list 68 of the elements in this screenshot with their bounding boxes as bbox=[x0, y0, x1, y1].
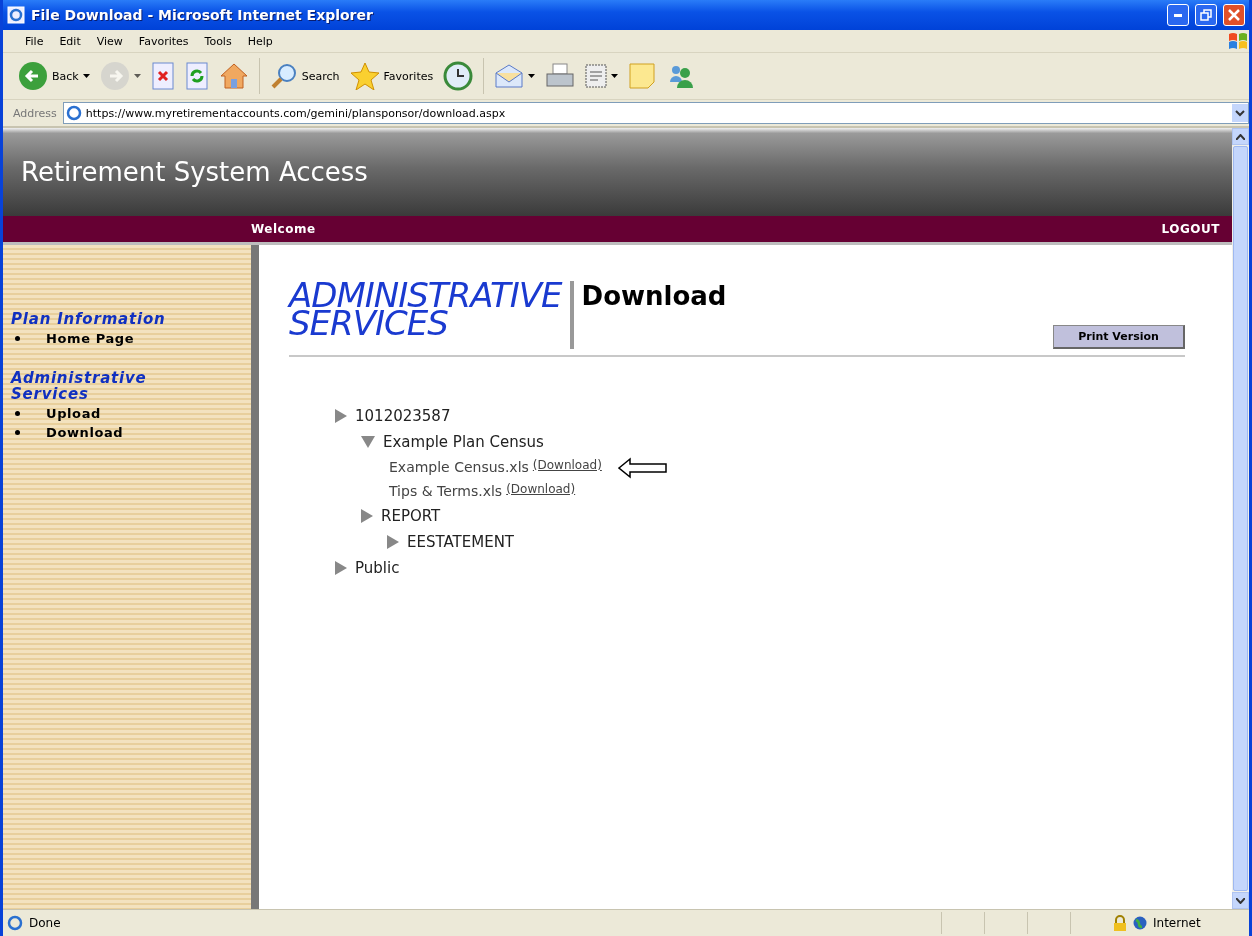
toolbar-button[interactable]: Search bbox=[266, 60, 343, 92]
tree-folder[interactable]: REPORT bbox=[361, 507, 441, 525]
browser-logo-icon bbox=[7, 6, 25, 24]
collapsed-triangle-icon bbox=[335, 561, 347, 575]
home-icon bbox=[218, 62, 249, 90]
minimize-icon bbox=[1174, 13, 1182, 17]
page-heading: Download bbox=[581, 281, 728, 311]
dropdown-caret-icon[interactable] bbox=[1232, 104, 1248, 122]
address-field[interactable]: https://www.myretirementaccounts.com/gemini/plansponsor/download.aspx bbox=[62, 102, 1249, 124]
file-name: Example Census.xls bbox=[388, 459, 529, 475]
scrollbar[interactable] bbox=[1232, 128, 1249, 909]
page-icon bbox=[7, 915, 23, 931]
download-link[interactable]: (Download) bbox=[506, 482, 576, 496]
mail-icon bbox=[494, 63, 525, 89]
printer-icon bbox=[545, 62, 576, 90]
scroll-up-icon bbox=[1236, 133, 1245, 140]
bullet-icon bbox=[15, 411, 20, 416]
page-icon bbox=[65, 105, 82, 121]
refresh-icon bbox=[184, 62, 209, 90]
note-icon bbox=[628, 62, 657, 90]
sidebar-link[interactable]: Home Page bbox=[11, 331, 243, 346]
sidebar-link[interactable]: Upload bbox=[11, 406, 243, 421]
bullet-icon bbox=[15, 430, 20, 435]
star-icon bbox=[349, 62, 380, 90]
logo: ADMINISTRATIVE SERVICES bbox=[289, 281, 574, 349]
close-icon bbox=[1228, 9, 1240, 21]
restore-icon bbox=[1200, 9, 1212, 21]
download-link[interactable]: (Download) bbox=[532, 458, 602, 472]
toolbar-button[interactable]: Favorites bbox=[346, 60, 437, 92]
sidebar-heading: Plan Information bbox=[11, 311, 167, 327]
menu-item[interactable]: Favorites bbox=[130, 32, 197, 50]
collapsed-triangle-icon bbox=[335, 409, 347, 423]
close-button[interactable] bbox=[1223, 4, 1245, 26]
tree-folder[interactable]: Example Plan Census bbox=[361, 433, 544, 451]
restore-button[interactable] bbox=[1195, 4, 1217, 26]
menu-item[interactable]: File bbox=[17, 32, 52, 50]
history-clock-icon bbox=[443, 61, 474, 91]
tree-folder[interactable]: EESTATEMENT bbox=[387, 533, 514, 551]
window-title: File Download - Microsoft Internet Explorer bbox=[31, 7, 374, 23]
menu-item[interactable]: View bbox=[88, 32, 131, 50]
minimize-button[interactable] bbox=[1167, 4, 1189, 26]
menu-item[interactable]: Tools bbox=[196, 32, 240, 50]
bullet-icon bbox=[15, 336, 20, 341]
tree-folder[interactable]: Public bbox=[335, 559, 400, 577]
globe-icon bbox=[1133, 916, 1147, 930]
tree-folder[interactable]: 1012023587 bbox=[335, 407, 451, 425]
sidebar-heading: Administrative Services bbox=[11, 370, 148, 402]
padlock-icon bbox=[1113, 915, 1127, 931]
collapsed-triangle-icon bbox=[361, 509, 373, 523]
file-name: Tips & Terms.xls bbox=[388, 483, 503, 499]
collapsed-triangle-icon bbox=[387, 535, 399, 549]
print-version-button[interactable]: Print Version bbox=[1053, 325, 1185, 349]
flag-logo-icon bbox=[1227, 31, 1249, 51]
search-icon bbox=[269, 62, 298, 90]
status-text: Done bbox=[29, 916, 62, 930]
address-label: Address bbox=[13, 106, 57, 120]
menu-item[interactable]: Help bbox=[239, 32, 281, 50]
logout-link[interactable]: LOGOUT bbox=[1161, 222, 1220, 236]
document-icon bbox=[585, 64, 608, 88]
sidebar-link[interactable]: Download bbox=[11, 425, 243, 440]
zone-label: Internet bbox=[1153, 916, 1202, 930]
nav-link[interactable]: Welcome bbox=[251, 222, 316, 236]
site-title: Retirement System Access bbox=[21, 157, 368, 187]
menu-item[interactable]: Edit bbox=[51, 32, 89, 50]
stop-icon bbox=[150, 62, 175, 90]
scroll-down-icon bbox=[1236, 897, 1245, 904]
toolbar-button[interactable]: Back bbox=[15, 59, 93, 93]
expanded-triangle-icon bbox=[361, 436, 375, 448]
